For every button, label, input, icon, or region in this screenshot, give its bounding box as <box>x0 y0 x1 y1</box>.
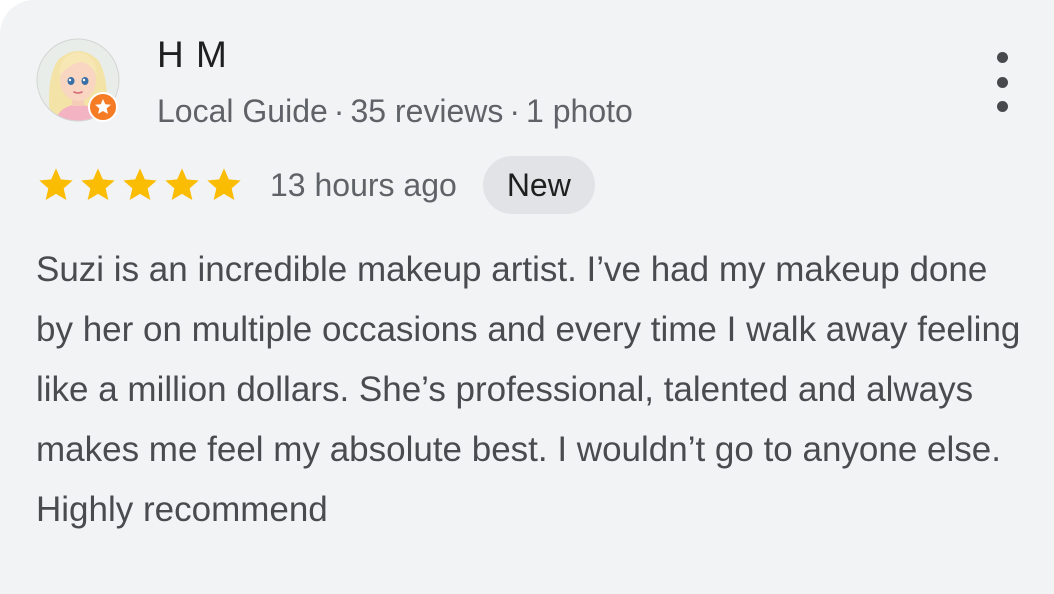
reviewer-meta: Local Guide · 35 reviews · 1 photo <box>157 93 633 130</box>
review-card: H M Local Guide · 35 reviews · 1 photo 13 ho… <box>0 0 1054 594</box>
photo-count: 1 photo <box>526 93 633 129</box>
star-icon <box>39 168 73 200</box>
more-vert-icon-dot <box>996 76 1008 88</box>
review-text: Suzi is an incredible makeup artist. I’v… <box>36 250 1021 529</box>
star-rating <box>36 165 244 205</box>
star-icon <box>165 168 199 200</box>
rating-row: 13 hours ago New <box>36 156 595 214</box>
local-guide-label: Local Guide <box>157 93 328 129</box>
star-icon <box>123 168 157 200</box>
more-options-button[interactable] <box>980 52 1024 112</box>
review-count: 35 reviews <box>350 93 504 129</box>
meta-separator: · <box>333 93 345 129</box>
reviewer-name[interactable]: H M <box>157 34 228 76</box>
new-badge: New <box>482 156 595 214</box>
star-icon <box>207 168 241 200</box>
local-guide-star-icon <box>88 92 118 122</box>
more-vert-icon <box>996 52 1008 63</box>
more-vert-icon-dot <box>996 101 1008 112</box>
review-time: 13 hours ago <box>270 166 457 203</box>
meta-separator: · <box>509 93 521 129</box>
star-icon <box>81 168 115 200</box>
